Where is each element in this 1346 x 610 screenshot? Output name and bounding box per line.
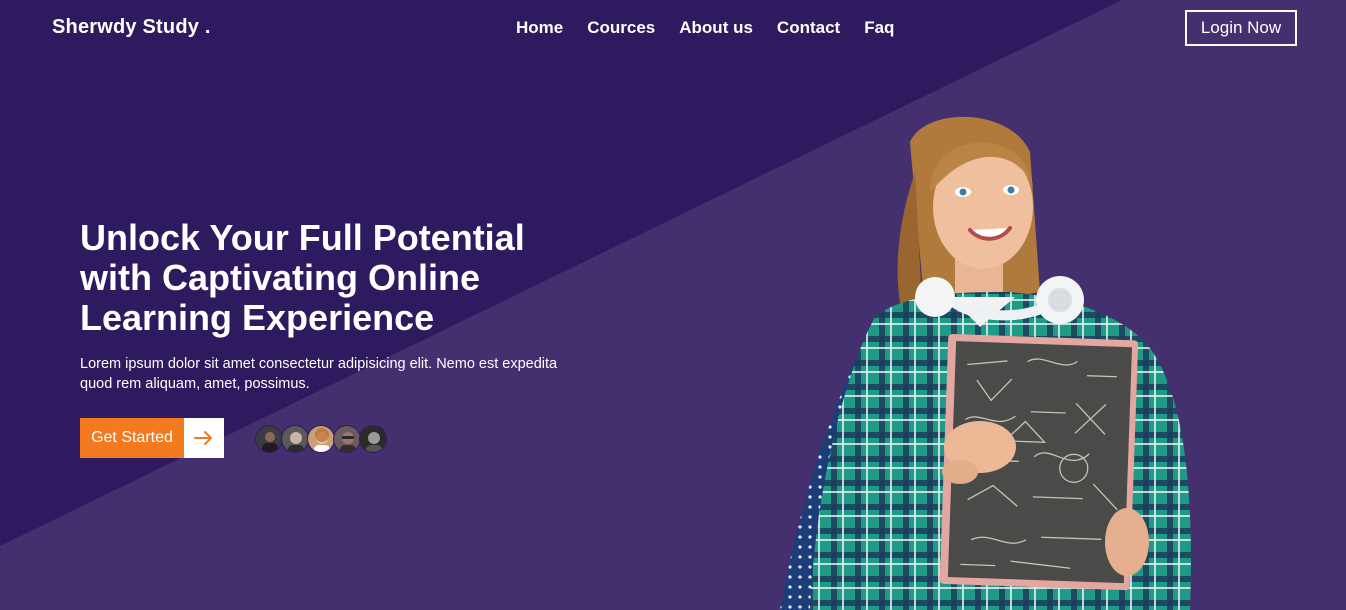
avatar (359, 425, 387, 453)
main-nav: Home Cources About us Contact Faq (516, 18, 894, 38)
avatar (281, 425, 309, 453)
get-started-label[interactable]: Get Started (80, 418, 184, 458)
brand-logo[interactable]: Sherwdy Study . (52, 16, 211, 39)
hero-description: Lorem ipsum dolor sit amet consectetur a… (80, 356, 558, 392)
avatar (255, 425, 283, 453)
student-hero-image (775, 112, 1205, 610)
nav-contact[interactable]: Contact (777, 18, 840, 38)
hero-title: Unlock Your Full Potential with Captivat… (80, 217, 525, 338)
student-avatars (255, 425, 387, 453)
avatar (307, 425, 335, 453)
avatar (333, 425, 361, 453)
nav-home[interactable]: Home (516, 18, 563, 38)
login-button[interactable]: Login Now (1185, 10, 1297, 46)
nav-courses[interactable]: Cources (587, 18, 655, 38)
nav-faq[interactable]: Faq (864, 18, 894, 38)
get-started-button[interactable]: Get Started (80, 418, 224, 458)
nav-about[interactable]: About us (679, 18, 753, 38)
arrow-right-icon[interactable] (184, 418, 224, 458)
